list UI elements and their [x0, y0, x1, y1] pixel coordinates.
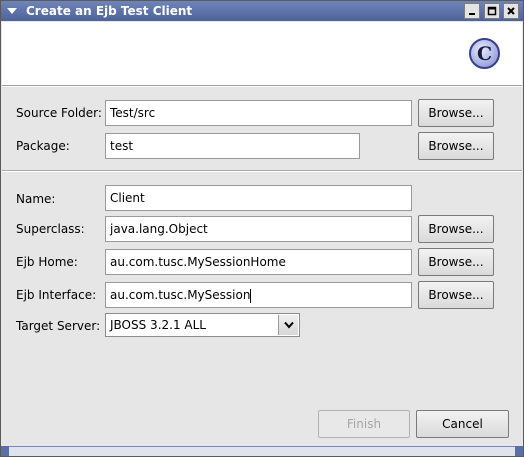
minimize-icon[interactable]: [464, 3, 480, 19]
source-folder-browse-button[interactable]: Browse...: [418, 99, 494, 127]
target-server-selected: JBOSS 3.2.1 ALL: [110, 318, 206, 332]
superclass-field[interactable]: java.lang.Object: [105, 216, 412, 242]
window-menu-icon[interactable]: [4, 3, 20, 19]
ejb-home-browse-button[interactable]: Browse...: [418, 248, 494, 276]
resize-corner-left[interactable]: [1, 446, 9, 456]
name-field[interactable]: Client: [105, 185, 412, 211]
target-server-label: Target Server:: [16, 319, 101, 333]
superclass-browse-button[interactable]: Browse...: [418, 215, 494, 243]
wizard-banner: [2, 22, 522, 85]
ejb-home-field[interactable]: au.com.tusc.MySessionHome: [105, 249, 412, 275]
ejb-home-label: Ejb Home:: [16, 255, 78, 269]
resize-corner-right[interactable]: [515, 446, 523, 456]
ejb-interface-browse-button[interactable]: Browse...: [418, 281, 494, 309]
package-field[interactable]: test: [105, 133, 360, 159]
class-c-icon: C: [469, 38, 500, 69]
cancel-button[interactable]: Cancel: [416, 410, 509, 438]
chevron-down-icon[interactable]: [278, 315, 298, 335]
source-folder-label: Source Folder:: [16, 106, 102, 120]
package-browse-button[interactable]: Browse...: [418, 132, 494, 160]
section-separator: [2, 170, 522, 172]
window-bottom-border: [1, 446, 523, 456]
ejb-interface-field[interactable]: au.com.tusc.MySession: [105, 282, 412, 308]
banner-separator: [2, 85, 522, 87]
window-title: Create an Ejb Test Client: [26, 4, 193, 18]
name-label: Name:: [16, 192, 56, 206]
package-label: Package:: [16, 139, 70, 153]
close-icon[interactable]: [503, 3, 519, 19]
title-bar[interactable]: Create an Ejb Test Client: [1, 1, 523, 21]
finish-button[interactable]: Finish: [318, 410, 410, 438]
source-folder-field[interactable]: Test/src: [105, 100, 412, 126]
superclass-label: Superclass:: [16, 222, 85, 236]
ejb-interface-value: au.com.tusc.MySession: [110, 288, 251, 302]
text-caret: [250, 288, 252, 303]
maximize-icon[interactable]: [484, 3, 500, 19]
target-server-select[interactable]: JBOSS 3.2.1 ALL: [105, 313, 300, 337]
ejb-interface-label: Ejb Interface:: [16, 288, 97, 302]
dialog-window: Create an Ejb Test Client C Source Folde…: [0, 0, 524, 457]
